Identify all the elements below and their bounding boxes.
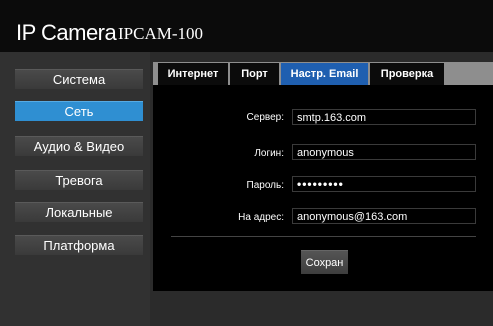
tab-check[interactable]: Проверка xyxy=(370,63,444,86)
sidebar-item-local[interactable]: Локальные xyxy=(15,202,143,222)
tab-internet[interactable]: Интернет xyxy=(158,63,228,86)
recipient-input[interactable]: anonymous@163.com xyxy=(292,208,476,224)
recipient-label: На адрес: xyxy=(238,212,284,223)
model-name: IPCAM-100 xyxy=(118,24,204,43)
header-bar: IP Camera IPCAM-100 xyxy=(0,0,493,52)
sidebar-item-alarm[interactable]: Тревога xyxy=(15,170,143,190)
sidebar-item-platform[interactable]: Платформа xyxy=(15,235,143,255)
tab-port[interactable]: Порт xyxy=(230,63,279,86)
login-label: Логин: xyxy=(254,148,284,159)
sidebar-item-network[interactable]: Сеть xyxy=(15,101,143,121)
server-label: Сервер: xyxy=(246,112,284,123)
sidebar-item-system[interactable]: Система xyxy=(15,69,143,89)
sidebar-item-audio-video[interactable]: Аудио & Видео xyxy=(15,136,143,156)
divider xyxy=(171,236,476,237)
save-button[interactable]: Сохран xyxy=(301,250,348,274)
login-input[interactable]: anonymous xyxy=(292,144,476,160)
password-label: Пароль: xyxy=(246,180,284,191)
brand-title: IP Camera xyxy=(16,20,117,45)
password-input[interactable]: ••••••••• xyxy=(292,176,476,192)
tab-email-settings[interactable]: Настр. Email xyxy=(281,63,368,86)
server-input[interactable]: smtp.163.com xyxy=(292,109,476,125)
